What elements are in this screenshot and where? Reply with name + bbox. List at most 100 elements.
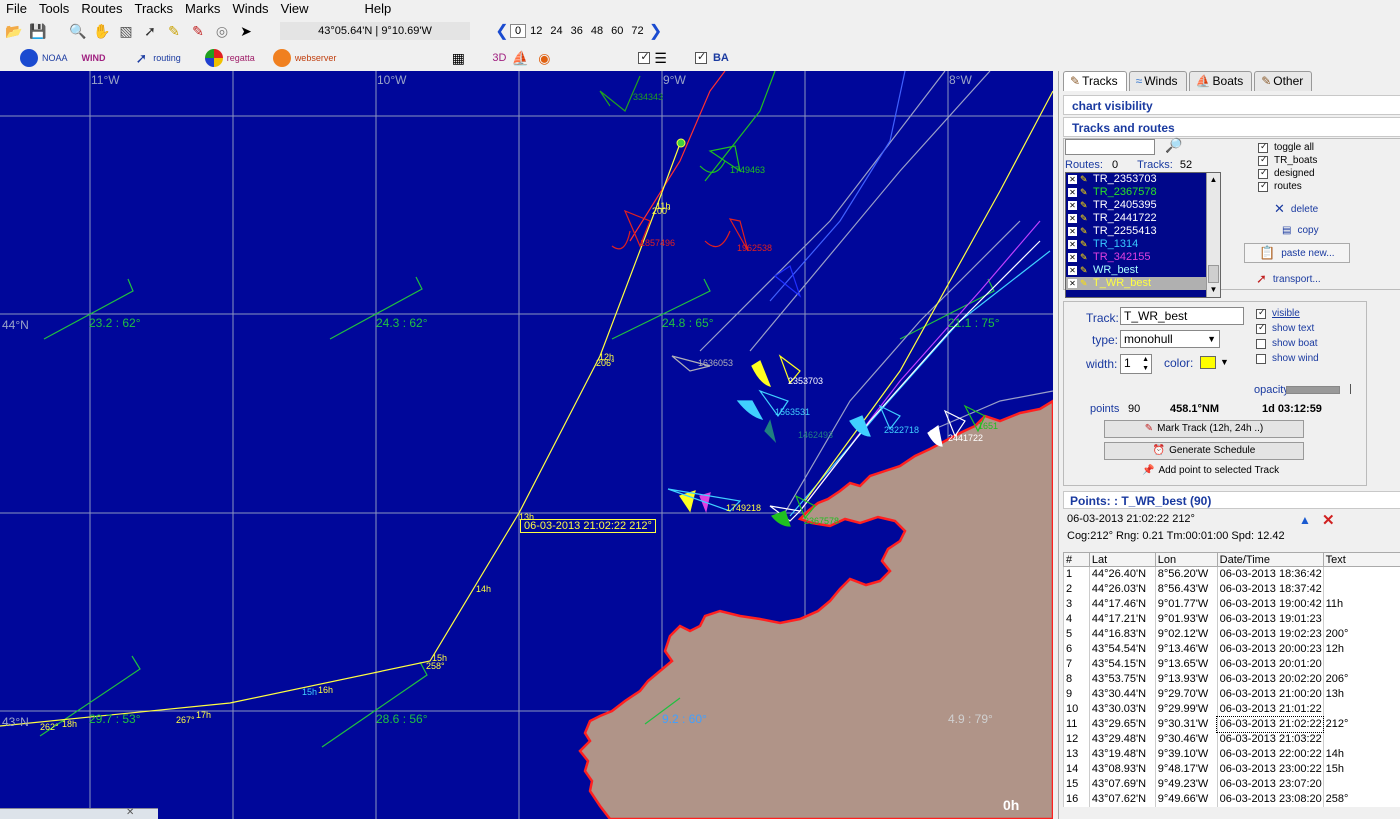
mark-track-button[interactable]: ✎ Mark Track (12h, 24h ..) — [1104, 420, 1304, 438]
track-list-item[interactable]: ✕ ✎ TR_2405395 — [1066, 199, 1220, 212]
display-checkbox[interactable] — [1256, 322, 1266, 334]
transport-button[interactable]: ➚ transport... — [1256, 271, 1321, 287]
menu-file[interactable]: File — [0, 0, 33, 18]
taskbar-close-icon[interactable]: ✕ — [126, 807, 134, 818]
track-list-item[interactable]: ✕ ✎ TR_2441722 — [1066, 212, 1220, 225]
chart-visibility-header[interactable]: chart visibility — [1063, 95, 1400, 115]
table-column-header[interactable]: Lon — [1154, 552, 1218, 567]
opacity-slider[interactable] — [1286, 386, 1340, 394]
display-option[interactable]: visible — [1256, 306, 1319, 321]
time-back-icon[interactable]: ❮ — [494, 21, 510, 41]
track-visible-checkbox[interactable]: ✕ — [1068, 279, 1077, 288]
table-row[interactable]: 15 43°07.69'N 9°49.23'W 06-03-2013 23:07:20 — [1063, 776, 1400, 792]
width-stepper[interactable]: 1 ▲ ▼ — [1120, 354, 1152, 374]
delete-track-button[interactable]: ✕ delete — [1274, 201, 1318, 217]
scroll-thumb[interactable] — [1208, 265, 1219, 283]
copy-track-button[interactable]: ▤ copy — [1282, 225, 1319, 236]
stepper-arrows-icon[interactable]: ▲ ▼ — [1142, 355, 1149, 373]
firefox-icon[interactable]: ◉ — [534, 48, 554, 68]
save-icon[interactable]: 💾 — [28, 21, 48, 41]
paste-new-button[interactable]: 📋 paste new... — [1244, 243, 1350, 263]
3d-button[interactable]: 3D — [492, 52, 506, 64]
track-visible-checkbox[interactable]: ✕ — [1068, 175, 1077, 184]
menu-view[interactable]: View — [275, 0, 315, 18]
display-checkbox[interactable] — [1256, 307, 1266, 319]
visibility-option[interactable]: designed — [1258, 167, 1317, 180]
table-row[interactable]: 2 44°26.03'N 8°56.43'W 06-03-2013 18:37:42 — [1063, 581, 1400, 597]
move-up-icon[interactable]: ▲ — [1299, 513, 1311, 527]
visibility-option[interactable]: routes — [1258, 180, 1317, 193]
scroll-up-icon[interactable]: ▲ — [1207, 173, 1220, 187]
track-list-item[interactable]: ✕ ✎ TR_1314 — [1066, 238, 1220, 251]
track-visible-checkbox[interactable]: ✕ — [1068, 227, 1077, 236]
regatta-plugin[interactable]: regatta — [204, 49, 255, 67]
table-row[interactable]: 7 43°54.15'N 9°13.65'W 06-03-2013 20:01:20 — [1063, 656, 1400, 672]
tab-boats[interactable]: ⛵ Boats — [1188, 71, 1253, 91]
pencil-icon[interactable]: ✎ — [164, 21, 184, 41]
table-row[interactable]: 11 43°29.65'N 9°30.31'W 06-03-2013 21:02:22… — [1063, 715, 1400, 733]
pointer-icon[interactable]: ➤ — [236, 21, 256, 41]
scroll-down-icon[interactable]: ▼ — [1207, 283, 1220, 297]
table-row[interactable]: 6 43°54.54'N 9°13.46'W 06-03-2013 20:00:23 1… — [1063, 641, 1400, 657]
track-color-swatch[interactable] — [1200, 356, 1216, 369]
track-list-item[interactable]: ✕ ✎ T_WR_best — [1066, 277, 1220, 290]
table-row[interactable]: 9 43°30.44'N 9°29.70'W 06-03-2013 21:00:20 1… — [1063, 686, 1400, 702]
webserver-plugin[interactable]: webserver — [272, 49, 336, 67]
track-list-scrollbar[interactable]: ▲ ▼ — [1206, 173, 1220, 297]
track-list-item[interactable]: ✕ ✎ TR_342155 — [1066, 251, 1220, 264]
track-visible-checkbox[interactable]: ✕ — [1068, 214, 1077, 223]
generate-schedule-button[interactable]: ⏰ Generate Schedule — [1104, 442, 1304, 460]
route-draw-icon[interactable]: ➚ — [140, 21, 160, 41]
tab-winds[interactable]: ≈ Winds — [1128, 71, 1187, 91]
layers-menu-icon[interactable]: ☰ — [654, 50, 667, 67]
display-option[interactable]: show boat — [1256, 336, 1319, 351]
type-select[interactable]: monohull ▼ — [1120, 330, 1220, 348]
table-column-header[interactable]: Date/Time — [1216, 552, 1324, 567]
brush-icon[interactable]: ✎ — [188, 21, 208, 41]
menu-marks[interactable]: Marks — [179, 0, 226, 18]
track-visible-checkbox[interactable]: ✕ — [1068, 240, 1077, 249]
visibility-option[interactable]: toggle all — [1258, 141, 1317, 154]
tab-other[interactable]: ✎ Other — [1254, 71, 1313, 91]
ruler-icon[interactable]: ▧ — [116, 21, 136, 41]
pan-hand-icon[interactable]: ✋ — [92, 21, 112, 41]
table-row[interactable]: 13 43°19.48'N 9°39.10'W 06-03-2013 22:00:22… — [1063, 746, 1400, 762]
track-visible-checkbox[interactable]: ✕ — [1068, 253, 1077, 262]
visibility-checkbox[interactable] — [1258, 141, 1268, 153]
tab-tracks[interactable]: ✎ Tracks — [1063, 71, 1127, 91]
menu-winds[interactable]: Winds — [226, 0, 274, 18]
track-name-field[interactable] — [1120, 307, 1244, 325]
time-step-72[interactable]: 72 — [627, 25, 647, 37]
visibility-checkbox[interactable] — [1258, 154, 1268, 166]
noaa-plugin[interactable]: NOAA — [20, 49, 68, 67]
display-checkbox[interactable] — [1256, 338, 1266, 349]
table-row[interactable]: 12 43°29.48'N 9°30.46'W 06-03-2013 21:03:22 — [1063, 731, 1400, 747]
display-option[interactable]: show text — [1256, 321, 1319, 336]
time-step-60[interactable]: 60 — [607, 25, 627, 37]
visibility-checkbox[interactable] — [1258, 180, 1268, 192]
track-visible-checkbox[interactable]: ✕ — [1068, 201, 1077, 210]
time-forward-icon[interactable]: ❯ — [648, 21, 664, 41]
table-column-header[interactable]: # — [1063, 552, 1090, 567]
routing-plugin[interactable]: ➚ routing — [136, 50, 181, 67]
table-row[interactable]: 14 43°08.93'N 9°48.17'W 06-03-2013 23:00:22… — [1063, 761, 1400, 777]
menu-tracks[interactable]: Tracks — [129, 0, 180, 18]
track-list-item[interactable]: ✕ ✎ TR_2367578 — [1066, 186, 1220, 199]
table-row[interactable]: 16 43°07.62'N 9°49.66'W 06-03-2013 23:08:20… — [1063, 791, 1400, 807]
layers-checkbox[interactable] — [638, 50, 651, 64]
target-icon[interactable]: ◎ — [212, 21, 232, 41]
track-list[interactable]: ✕ ✎ TR_2353703 ✕ ✎ TR_2367578 ✕ ✎ TR_2405395 ✕ ✎ TR… — [1065, 172, 1221, 298]
open-folder-icon[interactable]: 📂 — [4, 21, 24, 41]
time-step-12[interactable]: 12 — [526, 25, 546, 37]
visibility-option[interactable]: TR_boats — [1258, 154, 1317, 167]
points-table[interactable]: # Lat Lon Date/Time Text 1 44°26.40'N 8°56.20'… — [1063, 552, 1400, 807]
ba-checkbox[interactable] — [694, 50, 707, 64]
binoculars-icon[interactable]: 🔎 — [1165, 137, 1182, 154]
track-search-input[interactable] — [1065, 139, 1155, 155]
track-visible-checkbox[interactable]: ✕ — [1068, 188, 1077, 197]
delete-point-icon[interactable]: ✕ — [1322, 511, 1335, 529]
time-step-36[interactable]: 36 — [567, 25, 587, 37]
visibility-checkbox[interactable] — [1258, 167, 1268, 179]
wind-plugin[interactable]: WIND — [82, 53, 106, 63]
display-option[interactable]: show wind — [1256, 351, 1319, 366]
